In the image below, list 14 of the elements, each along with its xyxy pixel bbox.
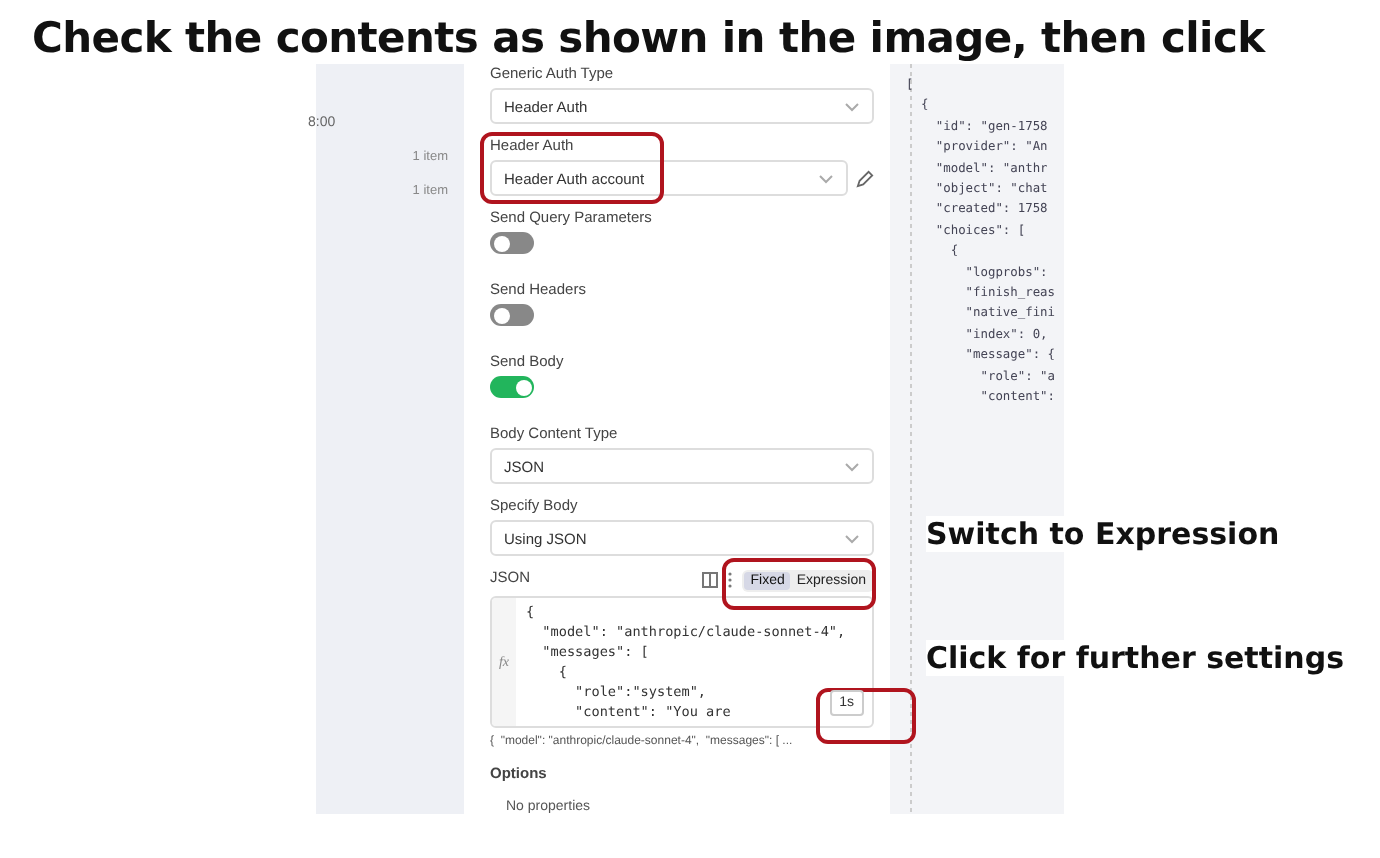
pencil-icon[interactable] [856,169,874,187]
annotation-text: Switch to Expression [926,516,1280,552]
toggle-switch[interactable] [490,376,534,398]
annotation-text: Click for further settings [926,640,1345,676]
panel-icon[interactable] [702,572,719,588]
chevron-down-icon [818,173,834,183]
chevron-down-icon [844,461,860,471]
more-icon[interactable] [728,572,733,588]
chevron-down-icon [844,533,860,543]
chevron-down-icon [844,101,860,111]
toggle-switch[interactable] [490,232,534,254]
toggle-switch[interactable] [490,304,534,326]
highlight-outline [816,688,916,744]
instruction-heading: Check the contents as shown in the image, then click [30,12,1268,64]
